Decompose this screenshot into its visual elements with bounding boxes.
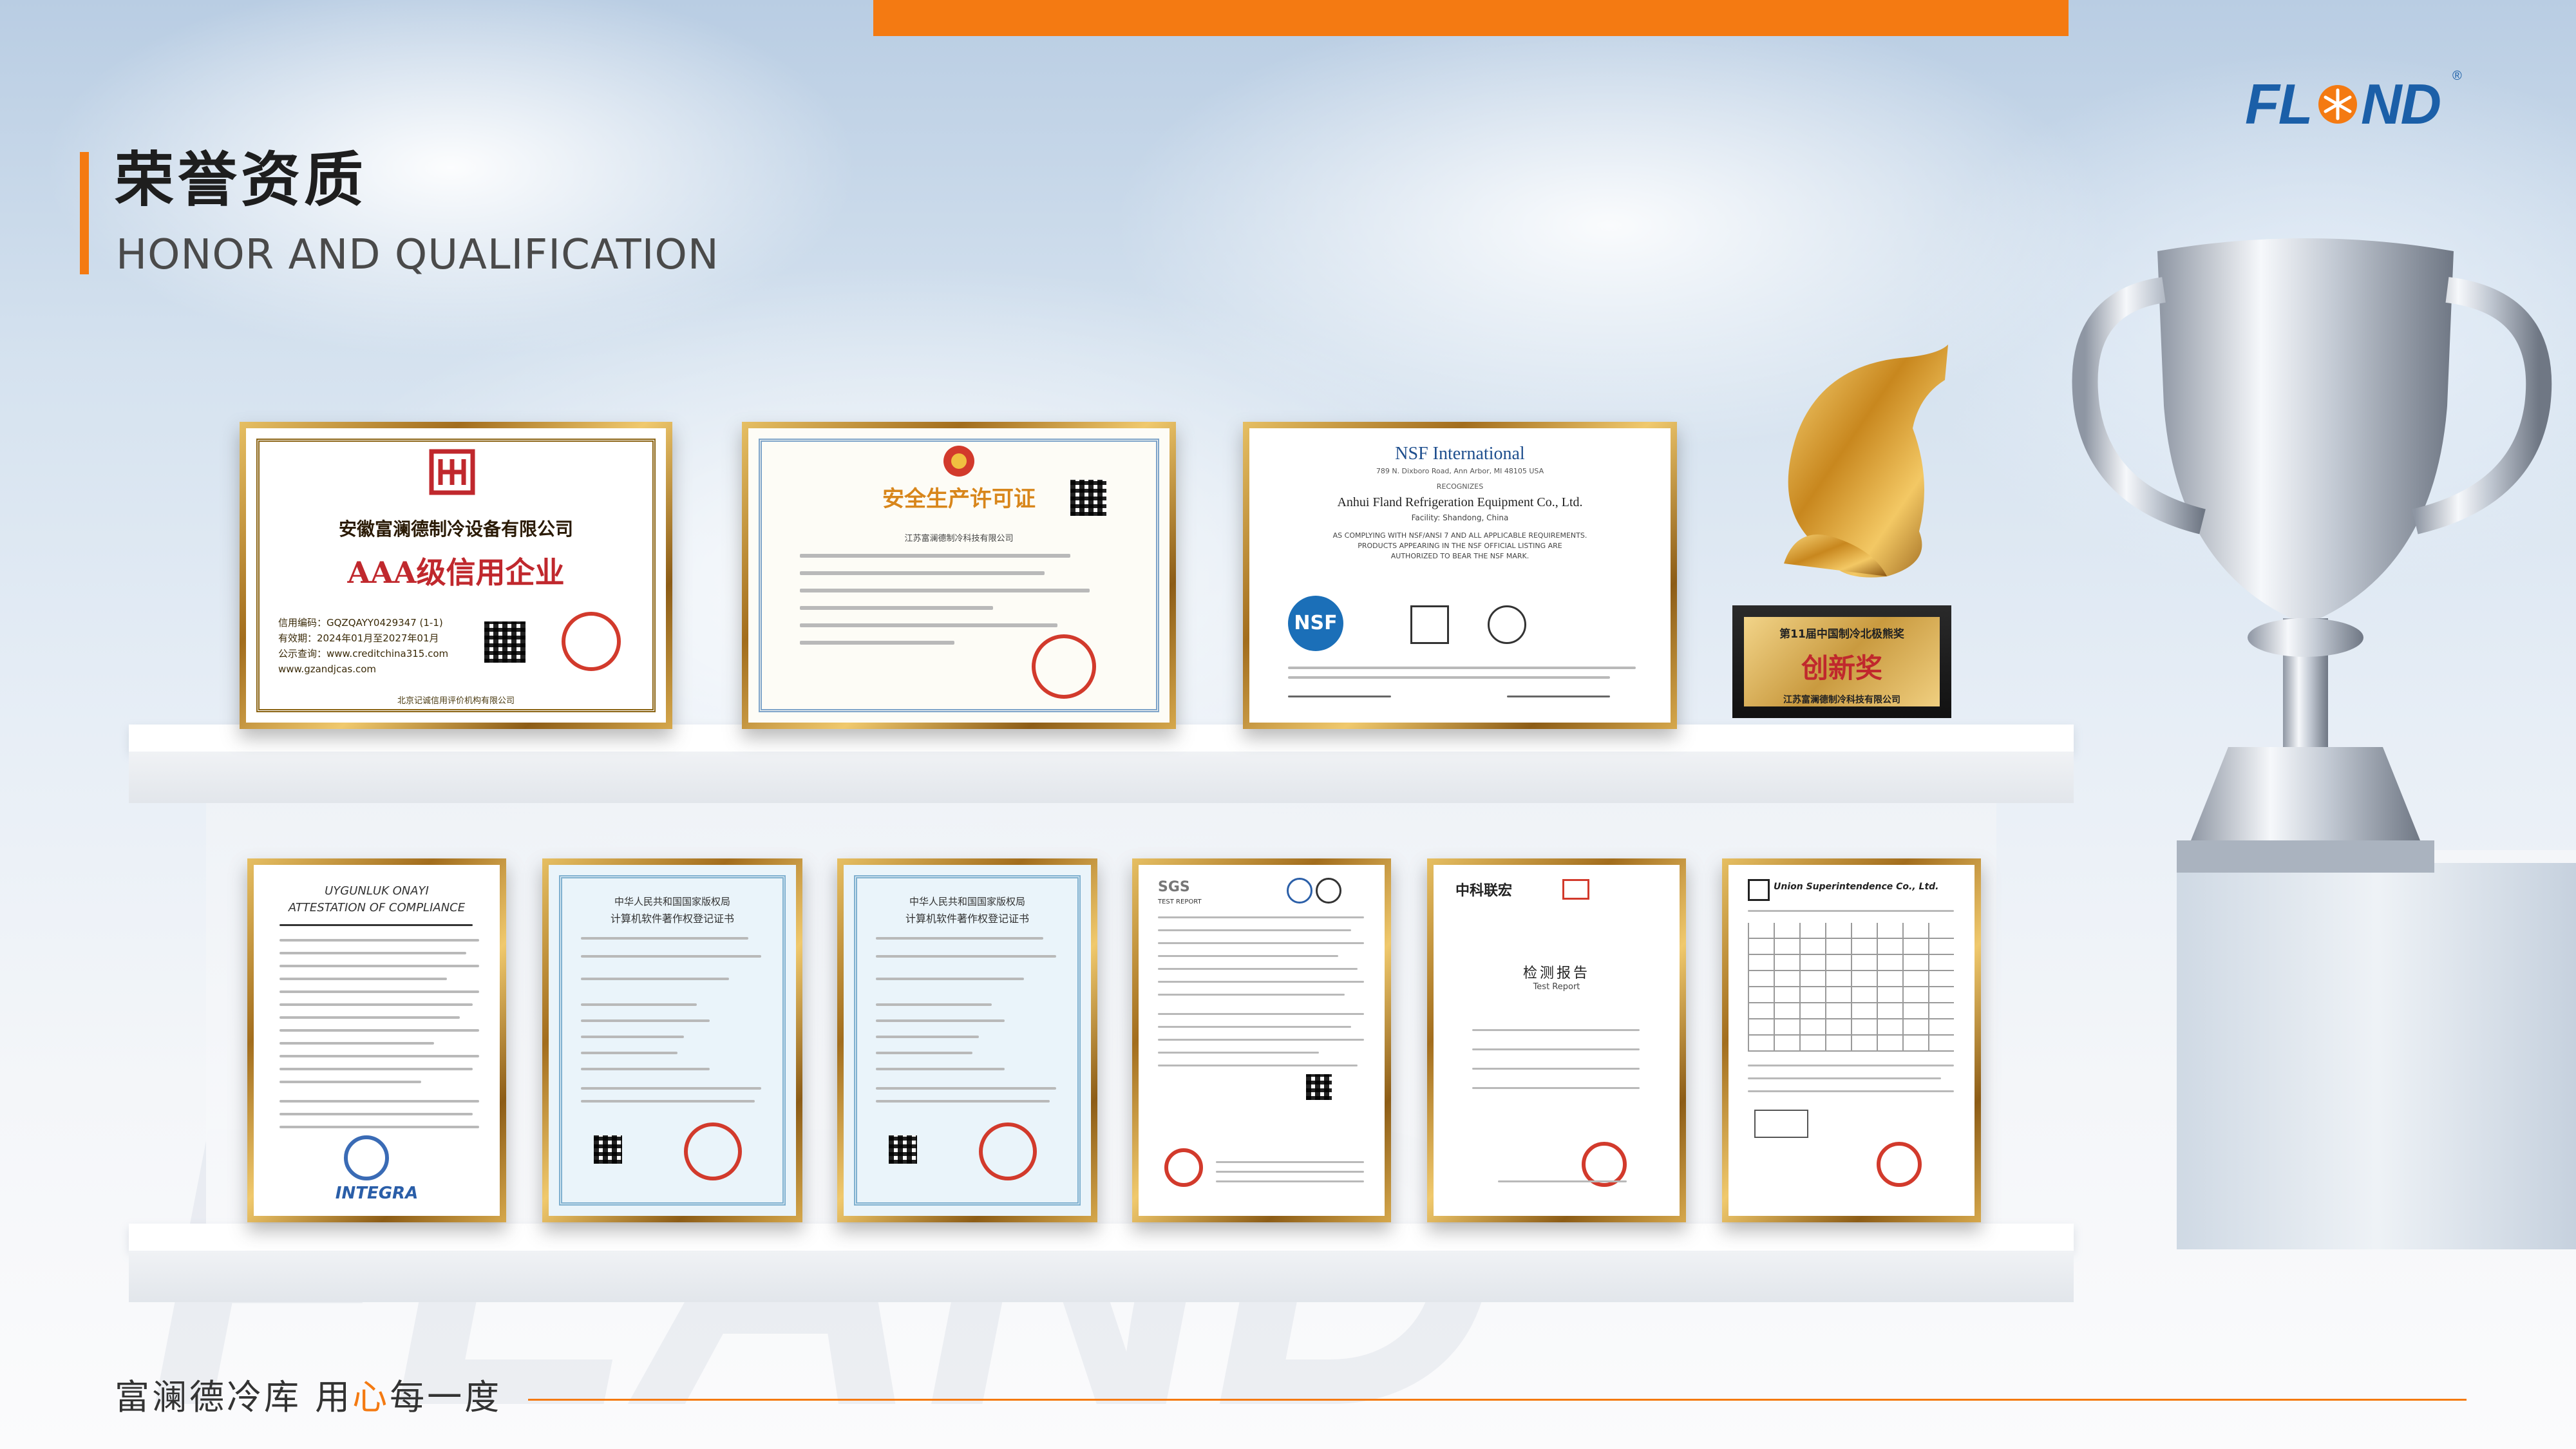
- shelf-top: [129, 724, 2074, 803]
- plaque-company: 安徽富澜德制冷设备有限公司: [338, 518, 573, 540]
- red-seal: [1164, 1148, 1203, 1187]
- plaque-issuer: 北京记诚信用评价机构有限公司: [397, 696, 515, 706]
- union-logo-icon: [1748, 879, 1770, 901]
- title-accent-bar: [80, 152, 89, 274]
- certificate-union-superintendence: Union Superintendence Co., Ltd.: [1722, 858, 1981, 1222]
- red-seal: [562, 612, 621, 671]
- page-title: 荣誉资质: [115, 146, 368, 214]
- top-accent-bar: [873, 0, 2069, 36]
- svg-text:ND: ND: [2361, 72, 2441, 136]
- drawing-table: [1748, 923, 1954, 1052]
- stamp-box: [1754, 1110, 1808, 1138]
- ilac-mra-icon: [1562, 879, 1589, 900]
- red-seal: [1877, 1142, 1922, 1187]
- integra-logo: INTEGRA: [335, 1184, 419, 1203]
- certificate-software-copyright-2: 中华人民共和国国家版权局 计算机软件著作权登记证书: [837, 858, 1097, 1222]
- zhongke-logo: 中科联宏: [1455, 883, 1513, 899]
- certificate-zhongke-test-report: 中科联宏 检测报告 Test Report: [1427, 858, 1686, 1222]
- plaque-title: AAA级信用企业: [347, 555, 565, 590]
- snowflake-icon: [2318, 85, 2357, 124]
- page-subtitle: HONOR AND QUALIFICATION: [116, 231, 719, 279]
- plaque-details: 信用编码：GQZQAYY0429347 (1-1) 有效期：2024年01月至2…: [278, 617, 449, 675]
- qr-code: [1070, 480, 1106, 516]
- anab-logo-icon: [1410, 605, 1449, 644]
- trophy-icon: [2072, 238, 2552, 873]
- footer-accent-line: [528, 1399, 2467, 1401]
- nsf-company: Anhui Fland Refrigeration Equipment Co.,…: [1337, 495, 1583, 509]
- nsf-org: NSF International: [1395, 444, 1525, 464]
- qr-code: [594, 1135, 622, 1164]
- certificate-sgs-test-report: SGS TEST REPORT: [1132, 858, 1391, 1222]
- red-seal: [979, 1122, 1037, 1180]
- qr-code: [484, 621, 526, 663]
- credit-emblem-icon: [429, 449, 475, 495]
- award-name: 创新奖: [1801, 652, 1882, 684]
- footer-slogan: 富澜德冷库 用心每一度: [115, 1377, 502, 1417]
- qr-code: [1306, 1074, 1332, 1100]
- fland-logo: FL ND ®: [2241, 64, 2473, 155]
- certificate-attestation-compliance: UYGUNLUK ONAYI ATTESTATION OF COMPLIANCE…: [247, 858, 506, 1222]
- certificate-safety-license: 安全生产许可证 江苏富澜德制冷科技有限公司: [742, 422, 1176, 729]
- blue-seal: [344, 1135, 389, 1180]
- qr-code: [889, 1135, 917, 1164]
- license-company: 江苏富澜德制冷科技有限公司: [904, 534, 1014, 544]
- award-title: 第11届中国制冷北极熊奖: [1779, 628, 1904, 641]
- svg-text:®: ®: [2452, 69, 2462, 83]
- award-company: 江苏富澜德制冷科技有限公司: [1783, 695, 1900, 705]
- national-emblem-icon: [943, 446, 974, 477]
- shelf-bottom: [129, 1224, 2074, 1302]
- red-seal: [1032, 634, 1096, 699]
- accreditation-logo-icon: [1316, 878, 1341, 904]
- certificate-aaa-credit: 安徽富澜德制冷设备有限公司 AAA级信用企业 信用编码：GQZQAYY04293…: [240, 422, 672, 729]
- red-seal: [684, 1122, 742, 1180]
- accreditation-logo-icon: [1488, 605, 1526, 644]
- logo-wordmark: FL: [2245, 72, 2312, 136]
- accreditation-logo-icon: [1287, 878, 1312, 904]
- award-base: 第11届中国制冷北极熊奖 创新奖 江苏富澜德制冷科技有限公司: [1732, 605, 1951, 718]
- nsf-badge-icon: NSF: [1288, 596, 1343, 651]
- certificate-nsf: NSF International 789 N. Dixboro Road, A…: [1243, 422, 1677, 729]
- certificate-software-copyright-1: 中华人民共和国国家版权局 计算机软件著作权登记证书: [542, 858, 802, 1222]
- sgs-logo: SGS: [1158, 879, 1190, 895]
